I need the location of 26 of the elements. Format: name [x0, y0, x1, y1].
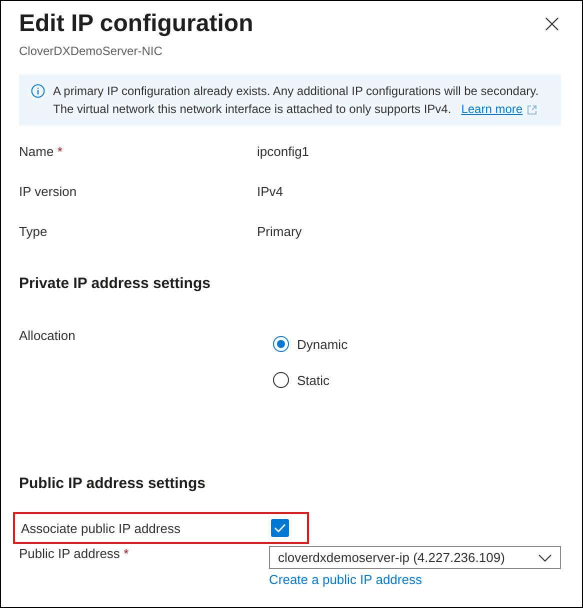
- field-label: IP version: [19, 184, 78, 199]
- learn-more-link[interactable]: Learn more: [461, 102, 537, 116]
- field-value: IPv4: [257, 184, 284, 199]
- section-heading: Private IP address settings: [19, 275, 212, 292]
- checkmark-icon: [274, 523, 286, 533]
- panel-subtitle: CloverDXDemoServer-NIC: [19, 44, 164, 58]
- create-link[interactable]: Create a public IP address: [269, 572, 422, 587]
- info-text: A primary IP configuration already exists. Any additional IP configurations will be secondary.: [53, 83, 539, 100]
- panel-title: Edit IP configuration: [19, 10, 254, 38]
- radio-option[interactable]: Dynamic: [273, 336, 561, 352]
- section-heading: Public IP address settings: [19, 475, 206, 492]
- field-label: Type: [19, 224, 48, 239]
- field-value: ipconfig1: [257, 144, 310, 159]
- field-label: Name *: [19, 144, 64, 159]
- dropdown[interactable]: cloverdxdemoserver-ip (4.227.236.109): [269, 546, 561, 569]
- field-label: Allocation: [19, 328, 76, 345]
- external-link-icon: [526, 104, 537, 115]
- checkbox[interactable]: [271, 519, 289, 537]
- field-label: Public IP address *: [19, 546, 130, 563]
- info-text: The virtual network this network interface is attached to only supports IPv4.: [53, 102, 452, 116]
- field-label: Associate public IP address: [21, 520, 182, 536]
- info-icon: [31, 84, 45, 98]
- close-icon[interactable]: [543, 15, 561, 33]
- radio-option[interactable]: Static: [273, 372, 561, 388]
- chevron-down-icon: [538, 554, 552, 562]
- field-value: Primary: [257, 224, 303, 239]
